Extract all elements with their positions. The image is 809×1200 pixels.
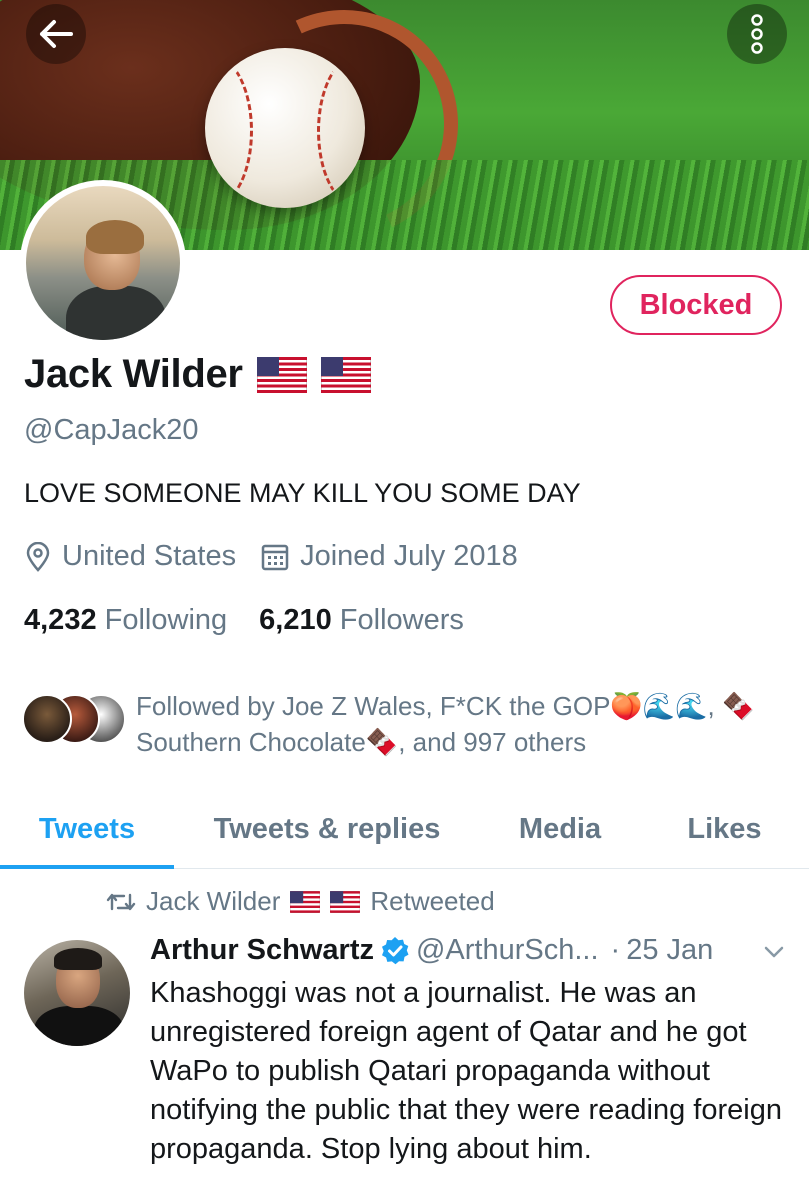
profile-meta: United States Joined July 2018 — [24, 540, 542, 573]
location-pin-icon — [26, 541, 50, 572]
following-count: 4,232 — [24, 604, 97, 636]
blocked-button[interactable]: Blocked — [610, 275, 782, 335]
followed-by[interactable]: Followed by Joe Z Wales, F*CK the GOP🍑🌊🌊… — [22, 688, 796, 760]
tweet-text: Khashoggi was not a journalist. He was a… — [150, 977, 782, 1165]
name-row: Jack Wilder — [24, 352, 371, 397]
location-item: United States — [24, 540, 236, 573]
location-text: United States — [62, 540, 237, 572]
follow-stats: 4,232 Following 6,210 Followers — [24, 604, 496, 637]
followed-by-line1: Followed by Joe Z Wales, F*CK the GOP🍑🌊🌊… — [136, 691, 755, 721]
retweeted-label: Retweeted — [370, 886, 495, 916]
back-button[interactable] — [26, 4, 86, 64]
tab-media[interactable]: Media — [480, 790, 640, 868]
chevron-down-icon[interactable] — [762, 940, 786, 964]
profile-avatar[interactable] — [20, 180, 186, 346]
tweet-date[interactable]: 25 Jan — [626, 934, 713, 967]
tweet-author-handle[interactable]: @ArthurSch... — [416, 934, 599, 967]
followers-link[interactable]: 6,210 Followers — [259, 604, 464, 637]
tweet-header: Arthur Schwartz @ArthurSch... · 25 Jan — [150, 934, 800, 967]
tweet-separator: · — [610, 934, 621, 966]
profile-tabs: Tweets Tweets & replies Media Likes — [0, 790, 809, 869]
tab-tweets[interactable]: Tweets — [0, 790, 174, 869]
display-name: Jack Wilder — [24, 352, 243, 396]
followers-label: Followers — [339, 604, 464, 636]
tab-likes[interactable]: Likes — [640, 790, 809, 868]
more-vertical-icon — [751, 14, 763, 54]
followed-by-line2: Southern Chocolate🍫, and 997 others — [136, 727, 587, 757]
retweet-context: Jack Wilder Retweeted — [106, 886, 495, 917]
avatar — [22, 694, 72, 744]
retweeter-name[interactable]: Jack Wilder — [146, 886, 280, 917]
calendar-icon — [261, 544, 289, 570]
tab-tweets-replies[interactable]: Tweets & replies — [174, 790, 480, 868]
retweet-icon — [106, 893, 136, 910]
profile-bio: LOVE SOMEONE MAY KILL YOU SOME DAY — [24, 478, 581, 508]
us-flag-icon — [290, 890, 321, 913]
tweet-author-name[interactable]: Arthur Schwartz — [150, 934, 374, 967]
following-link[interactable]: 4,232 Following — [24, 604, 227, 637]
following-label: Following — [104, 604, 228, 636]
banner-baseball — [205, 48, 365, 208]
joined-item: Joined July 2018 — [260, 540, 518, 573]
us-flag-icon — [320, 356, 371, 393]
followed-by-avatars — [22, 694, 128, 748]
verified-badge-icon — [381, 936, 409, 964]
more-options-button[interactable] — [727, 4, 787, 64]
arrow-left-icon — [40, 20, 73, 48]
profile-handle: @CapJack20 — [24, 414, 199, 446]
followers-count: 6,210 — [259, 604, 332, 636]
us-flag-icon — [256, 356, 307, 393]
joined-text: Joined July 2018 — [300, 540, 518, 572]
tweet-author-avatar[interactable] — [24, 940, 130, 1046]
followed-by-text: Followed by Joe Z Wales, F*CK the GOP🍑🌊🌊… — [136, 688, 796, 760]
us-flag-icon — [330, 890, 361, 913]
avatar-image — [26, 186, 180, 340]
